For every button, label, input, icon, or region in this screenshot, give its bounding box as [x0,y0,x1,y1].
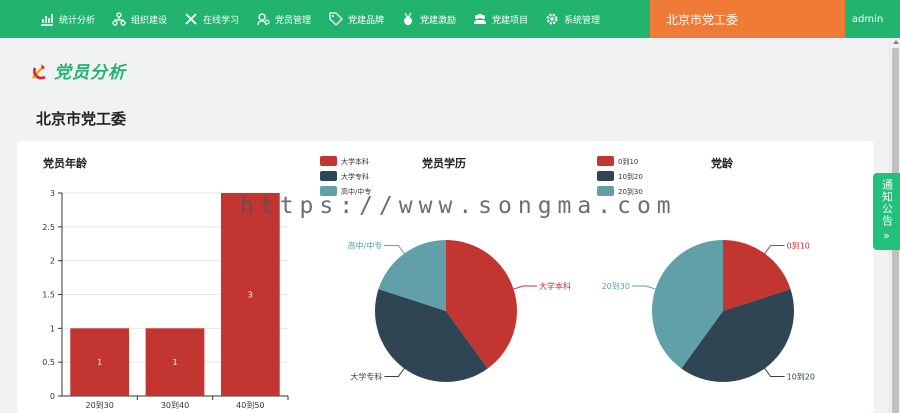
nav-item-learning[interactable]: 在线学习 [184,0,239,38]
page-title: 党员分析 [54,63,126,83]
nav-label: 组织建设 [131,15,168,26]
nav-item-projects[interactable]: 党建项目 [473,0,528,38]
nav-label: 系统管理 [564,15,601,26]
medal-icon [404,12,412,25]
nav-label: 党建激励 [420,15,457,26]
nav-label: 党建项目 [492,15,529,26]
org-heading: 北京市党工委 [36,110,127,128]
nav-item-org[interactable]: 组织建设 [112,0,167,38]
charts-panel [17,141,874,413]
nav-label: 在线学习 [203,15,240,26]
nav-label: 统计分析 [59,15,96,26]
gear-icon [546,13,558,25]
notice-tab-label: 通知公告 [880,179,894,227]
tools-icon [185,13,197,25]
party-emblem-icon [32,63,46,79]
page-title-wrap: 党员分析 [30,58,126,83]
nav-item-system[interactable]: 系统管理 [545,0,600,38]
org-selector[interactable]: 北京市党工委 [650,0,845,38]
org-tree-icon [112,12,126,26]
watermark: https://www.songma.com [240,193,677,219]
group-icon [474,13,486,24]
nav-label: 党员管理 [275,15,312,26]
member-icon [257,13,270,26]
nav-item-stats[interactable]: 统计分析 [40,0,95,38]
scroll-up-icon[interactable] [893,40,899,44]
user-name[interactable]: admin [845,0,890,38]
tag-icon [329,12,343,26]
notice-tab[interactable]: 通知公告 » [873,173,900,250]
bar-chart-icon [41,14,53,26]
nav-label: 党建品牌 [348,15,385,26]
nav-item-incentive[interactable]: 党建激励 [401,0,456,38]
nav-item-brand[interactable]: 党建品牌 [329,0,384,38]
double-chevron-right-icon: » [883,229,890,242]
nav-item-members[interactable]: 党员管理 [256,0,311,38]
